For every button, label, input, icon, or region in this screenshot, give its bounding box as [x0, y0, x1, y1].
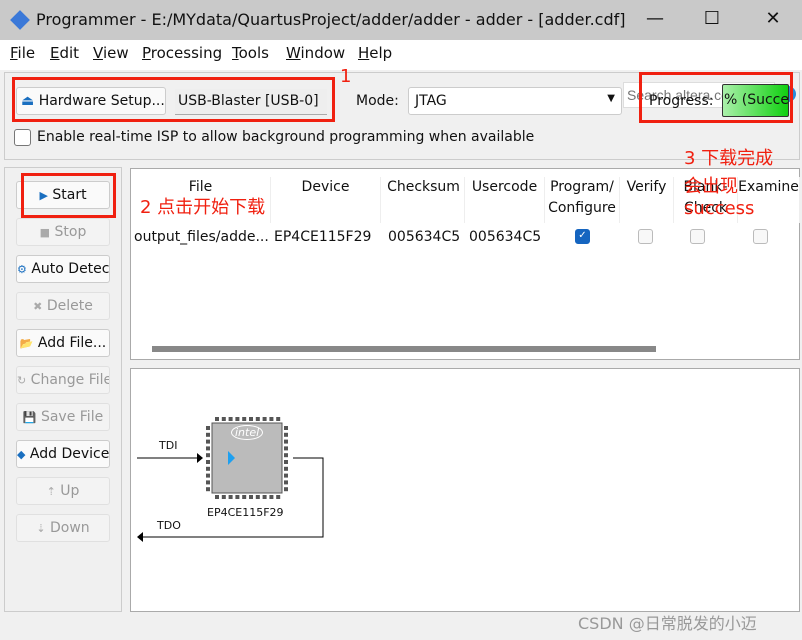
- menu-help[interactable]: Help: [358, 44, 392, 62]
- column-header[interactable]: Verify: [620, 177, 674, 223]
- menu-tools[interactable]: Tools: [232, 44, 269, 62]
- menu-window[interactable]: Window: [286, 44, 345, 62]
- device-label: EP4CE115F29: [207, 506, 284, 519]
- save-file-icon: 💾: [22, 411, 37, 424]
- mode-select[interactable]: JTAG ▼: [408, 87, 622, 115]
- blank-check-checkbox[interactable]: [690, 229, 705, 244]
- cell-file: output_files/adde...: [134, 229, 269, 245]
- cell-device: EP4CE115F29: [274, 229, 372, 245]
- chain-diagram: TDI TDO intel EP4CE115F29: [130, 368, 800, 612]
- horizontal-scrollbar[interactable]: [152, 346, 656, 352]
- title-bar: Programmer - E:/MYdata/QuartusProject/ad…: [0, 0, 802, 40]
- maximize-button[interactable]: ☐: [697, 8, 727, 29]
- annotation-box-1: [12, 77, 335, 122]
- examine-checkbox[interactable]: [753, 229, 768, 244]
- close-button[interactable]: ✕: [758, 8, 788, 29]
- down-button[interactable]: ⇣ Down: [16, 514, 110, 542]
- watermark: CSDN @日常脱发的小迈: [578, 614, 757, 633]
- column-header[interactable]: Program/ Configure: [545, 177, 620, 223]
- program-checkbox[interactable]: ✓: [575, 229, 590, 244]
- stop-icon: ■: [39, 226, 51, 239]
- chevron-down-icon: ▼: [607, 93, 615, 104]
- minimize-button[interactable]: —: [640, 8, 670, 29]
- annotation-3-line1: 3 下载完成: [684, 148, 774, 169]
- isp-label: Enable real-time ISP to allow background…: [37, 129, 535, 145]
- auto-detect-icon: ⚙: [17, 263, 27, 276]
- annotation-2: 2 点击开始下载: [140, 197, 266, 218]
- stop-button[interactable]: ■ Stop: [16, 218, 110, 246]
- add-file-button[interactable]: 📂 Add File...: [16, 329, 110, 357]
- column-header[interactable]: Usercode: [465, 177, 545, 223]
- window-title: Programmer - E:/MYdata/QuartusProject/ad…: [36, 10, 626, 29]
- delete-icon: ✖: [33, 300, 43, 313]
- add-device-button[interactable]: ◆ Add Device: [16, 440, 110, 468]
- menu-bar: File Edit View Processing Tools Window H…: [0, 40, 802, 108]
- annotation-box-3: [639, 72, 793, 123]
- add-device-icon: ◆: [17, 448, 26, 461]
- add-file-icon: 📂: [19, 337, 34, 350]
- tdi-line: [137, 453, 203, 463]
- verify-checkbox[interactable]: [638, 229, 653, 244]
- annotation-3-line2: 会出现: [684, 176, 738, 197]
- annotation-3-line3: success: [684, 198, 755, 219]
- up-icon: ⇡: [46, 485, 56, 498]
- delete-button[interactable]: ✖ Delete: [16, 292, 110, 320]
- intel-logo: intel: [231, 425, 264, 440]
- menu-file[interactable]: File: [10, 44, 35, 62]
- auto-detec-button[interactable]: ⚙ Auto Detec: [16, 255, 110, 283]
- save-file-button[interactable]: 💾 Save File: [16, 403, 110, 431]
- up-button[interactable]: ⇡ Up: [16, 477, 110, 505]
- annotation-1: 1: [340, 66, 352, 87]
- change-file-button[interactable]: ↻ Change File: [16, 366, 110, 394]
- tdi-label: TDI: [159, 439, 178, 452]
- menu-processing[interactable]: Processing: [142, 44, 222, 62]
- down-icon: ⇣: [36, 522, 46, 535]
- tdo-label: TDO: [157, 519, 181, 532]
- menu-edit[interactable]: Edit: [50, 44, 79, 62]
- cell-checksum: 005634C5: [388, 229, 461, 245]
- column-header[interactable]: Checksum: [383, 177, 465, 223]
- change-file-icon: ↻: [17, 374, 27, 387]
- menu-view[interactable]: View: [93, 44, 129, 62]
- cell-usercode: 005634C5: [469, 229, 542, 245]
- table-row[interactable]: output_files/adde... EP4CE115F29 005634C…: [131, 224, 799, 252]
- app-icon: [10, 10, 30, 30]
- column-header[interactable]: Device: [271, 177, 381, 223]
- annotation-box-2: [21, 173, 116, 218]
- isp-checkbox[interactable]: [14, 129, 31, 146]
- mode-label: Mode:: [356, 93, 399, 109]
